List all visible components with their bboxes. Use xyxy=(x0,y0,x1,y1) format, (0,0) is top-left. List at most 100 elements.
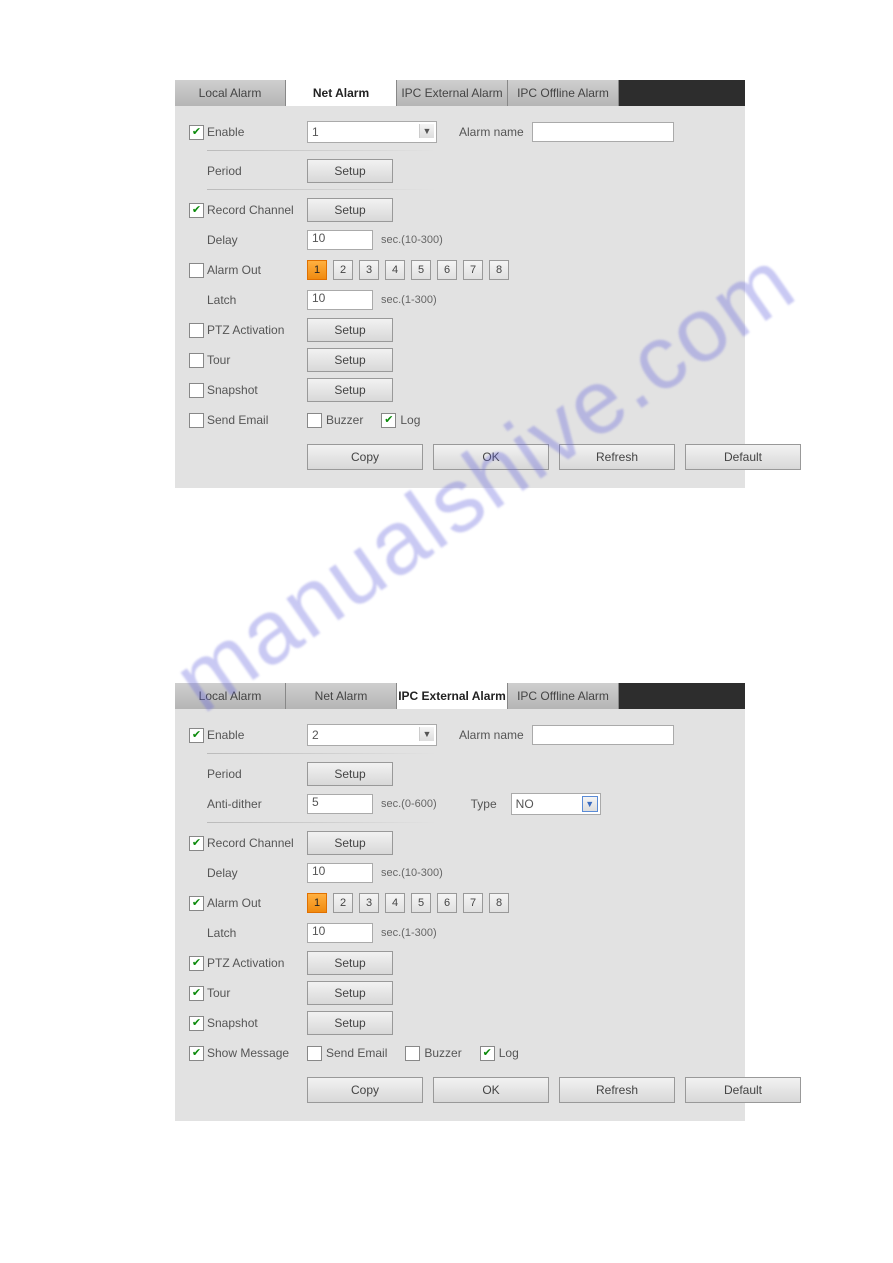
tab-ipc-external-alarm[interactable]: IPC External Alarm xyxy=(397,80,508,106)
send-email-checkbox[interactable] xyxy=(307,1046,322,1061)
channel-select-value: 1 xyxy=(312,125,319,139)
alarm-out-6[interactable]: 6 xyxy=(437,260,457,280)
copy-button[interactable]: Copy xyxy=(307,444,423,470)
type-select[interactable]: NO ▼ xyxy=(511,793,601,815)
alarm-name-input[interactable] xyxy=(532,725,674,745)
tab-local-alarm[interactable]: Local Alarm xyxy=(175,80,286,106)
period-setup-button[interactable]: Setup xyxy=(307,762,393,786)
period-label: Period xyxy=(207,767,307,781)
record-channel-checkbox[interactable] xyxy=(189,203,204,218)
latch-input[interactable]: 10 xyxy=(307,923,373,943)
divider xyxy=(207,753,437,754)
record-channel-checkbox[interactable] xyxy=(189,836,204,851)
ptz-checkbox[interactable] xyxy=(189,956,204,971)
tab-net-alarm[interactable]: Net Alarm xyxy=(286,683,397,709)
chevron-down-icon: ▼ xyxy=(582,796,598,812)
tour-label: Tour xyxy=(207,353,307,367)
ptz-checkbox[interactable] xyxy=(189,323,204,338)
alarm-out-4[interactable]: 4 xyxy=(385,260,405,280)
log-checkbox[interactable] xyxy=(381,413,396,428)
alarm-name-input[interactable] xyxy=(532,122,674,142)
snapshot-setup-button[interactable]: Setup xyxy=(307,378,393,402)
log-label: Log xyxy=(400,413,420,427)
tab-ipc-offline-alarm[interactable]: IPC Offline Alarm xyxy=(508,683,619,709)
channel-select[interactable]: 1 ▼ xyxy=(307,121,437,143)
alarm-out-3[interactable]: 3 xyxy=(359,893,379,913)
alarm-out-1[interactable]: 1 xyxy=(307,893,327,913)
default-button[interactable]: Default xyxy=(685,1077,801,1103)
alarm-out-7[interactable]: 7 xyxy=(463,260,483,280)
send-email-label: Send Email xyxy=(326,1046,387,1060)
snapshot-checkbox[interactable] xyxy=(189,1016,204,1031)
chevron-down-icon: ▼ xyxy=(419,727,434,741)
enable-label: Enable xyxy=(207,125,307,139)
record-channel-setup-button[interactable]: Setup xyxy=(307,831,393,855)
alarm-out-5[interactable]: 5 xyxy=(411,260,431,280)
panel-net-alarm: Local Alarm Net Alarm IPC External Alarm… xyxy=(175,80,745,488)
record-channel-label: Record Channel xyxy=(207,203,307,217)
alarm-out-1[interactable]: 1 xyxy=(307,260,327,280)
ok-button[interactable]: OK xyxy=(433,444,549,470)
tour-checkbox[interactable] xyxy=(189,353,204,368)
delay-label: Delay xyxy=(207,233,307,247)
alarm-name-label: Alarm name xyxy=(459,728,524,742)
record-channel-setup-button[interactable]: Setup xyxy=(307,198,393,222)
delay-input[interactable]: 10 xyxy=(307,863,373,883)
ptz-label: PTZ Activation xyxy=(207,323,307,337)
enable-label: Enable xyxy=(207,728,307,742)
alarm-out-2[interactable]: 2 xyxy=(333,893,353,913)
alarm-out-2[interactable]: 2 xyxy=(333,260,353,280)
show-message-checkbox[interactable] xyxy=(189,1046,204,1061)
show-message-label: Show Message xyxy=(207,1046,307,1060)
tour-checkbox[interactable] xyxy=(189,986,204,1001)
ptz-setup-button[interactable]: Setup xyxy=(307,318,393,342)
anti-dither-label: Anti-dither xyxy=(207,797,307,811)
copy-button[interactable]: Copy xyxy=(307,1077,423,1103)
tab-ipc-external-alarm[interactable]: IPC External Alarm xyxy=(397,683,508,709)
refresh-button[interactable]: Refresh xyxy=(559,444,675,470)
alarm-out-checkbox[interactable] xyxy=(189,896,204,911)
tab-bar: Local Alarm Net Alarm IPC External Alarm… xyxy=(175,683,745,709)
record-channel-label: Record Channel xyxy=(207,836,307,850)
panel-ipc-external-alarm: Local Alarm Net Alarm IPC External Alarm… xyxy=(175,683,745,1121)
enable-checkbox[interactable] xyxy=(189,728,204,743)
snapshot-checkbox[interactable] xyxy=(189,383,204,398)
ok-button[interactable]: OK xyxy=(433,1077,549,1103)
snapshot-setup-button[interactable]: Setup xyxy=(307,1011,393,1035)
alarm-out-3[interactable]: 3 xyxy=(359,260,379,280)
tour-setup-button[interactable]: Setup xyxy=(307,348,393,372)
alarm-out-5[interactable]: 5 xyxy=(411,893,431,913)
alarm-out-8[interactable]: 8 xyxy=(489,893,509,913)
alarm-name-label: Alarm name xyxy=(459,125,524,139)
alarm-out-6[interactable]: 6 xyxy=(437,893,457,913)
tour-setup-button[interactable]: Setup xyxy=(307,981,393,1005)
alarm-out-7[interactable]: 7 xyxy=(463,893,483,913)
refresh-button[interactable]: Refresh xyxy=(559,1077,675,1103)
default-button[interactable]: Default xyxy=(685,444,801,470)
latch-input[interactable]: 10 xyxy=(307,290,373,310)
tab-local-alarm[interactable]: Local Alarm xyxy=(175,683,286,709)
period-setup-button[interactable]: Setup xyxy=(307,159,393,183)
delay-label: Delay xyxy=(207,866,307,880)
alarm-out-checkbox[interactable] xyxy=(189,263,204,278)
send-email-checkbox[interactable] xyxy=(189,413,204,428)
channel-select-value: 2 xyxy=(312,728,319,742)
divider xyxy=(207,150,437,151)
buzzer-label: Buzzer xyxy=(326,413,363,427)
enable-checkbox[interactable] xyxy=(189,125,204,140)
log-checkbox[interactable] xyxy=(480,1046,495,1061)
alarm-out-4[interactable]: 4 xyxy=(385,893,405,913)
latch-label: Latch xyxy=(207,926,307,940)
alarm-out-label: Alarm Out xyxy=(207,896,307,910)
delay-input[interactable]: 10 xyxy=(307,230,373,250)
buzzer-checkbox[interactable] xyxy=(405,1046,420,1061)
tab-ipc-offline-alarm[interactable]: IPC Offline Alarm xyxy=(508,80,619,106)
buzzer-checkbox[interactable] xyxy=(307,413,322,428)
ptz-setup-button[interactable]: Setup xyxy=(307,951,393,975)
channel-select[interactable]: 2 ▼ xyxy=(307,724,437,746)
anti-dither-input[interactable]: 5 xyxy=(307,794,373,814)
snapshot-label: Snapshot xyxy=(207,1016,307,1030)
divider xyxy=(207,822,437,823)
tab-net-alarm[interactable]: Net Alarm xyxy=(286,80,397,106)
alarm-out-8[interactable]: 8 xyxy=(489,260,509,280)
